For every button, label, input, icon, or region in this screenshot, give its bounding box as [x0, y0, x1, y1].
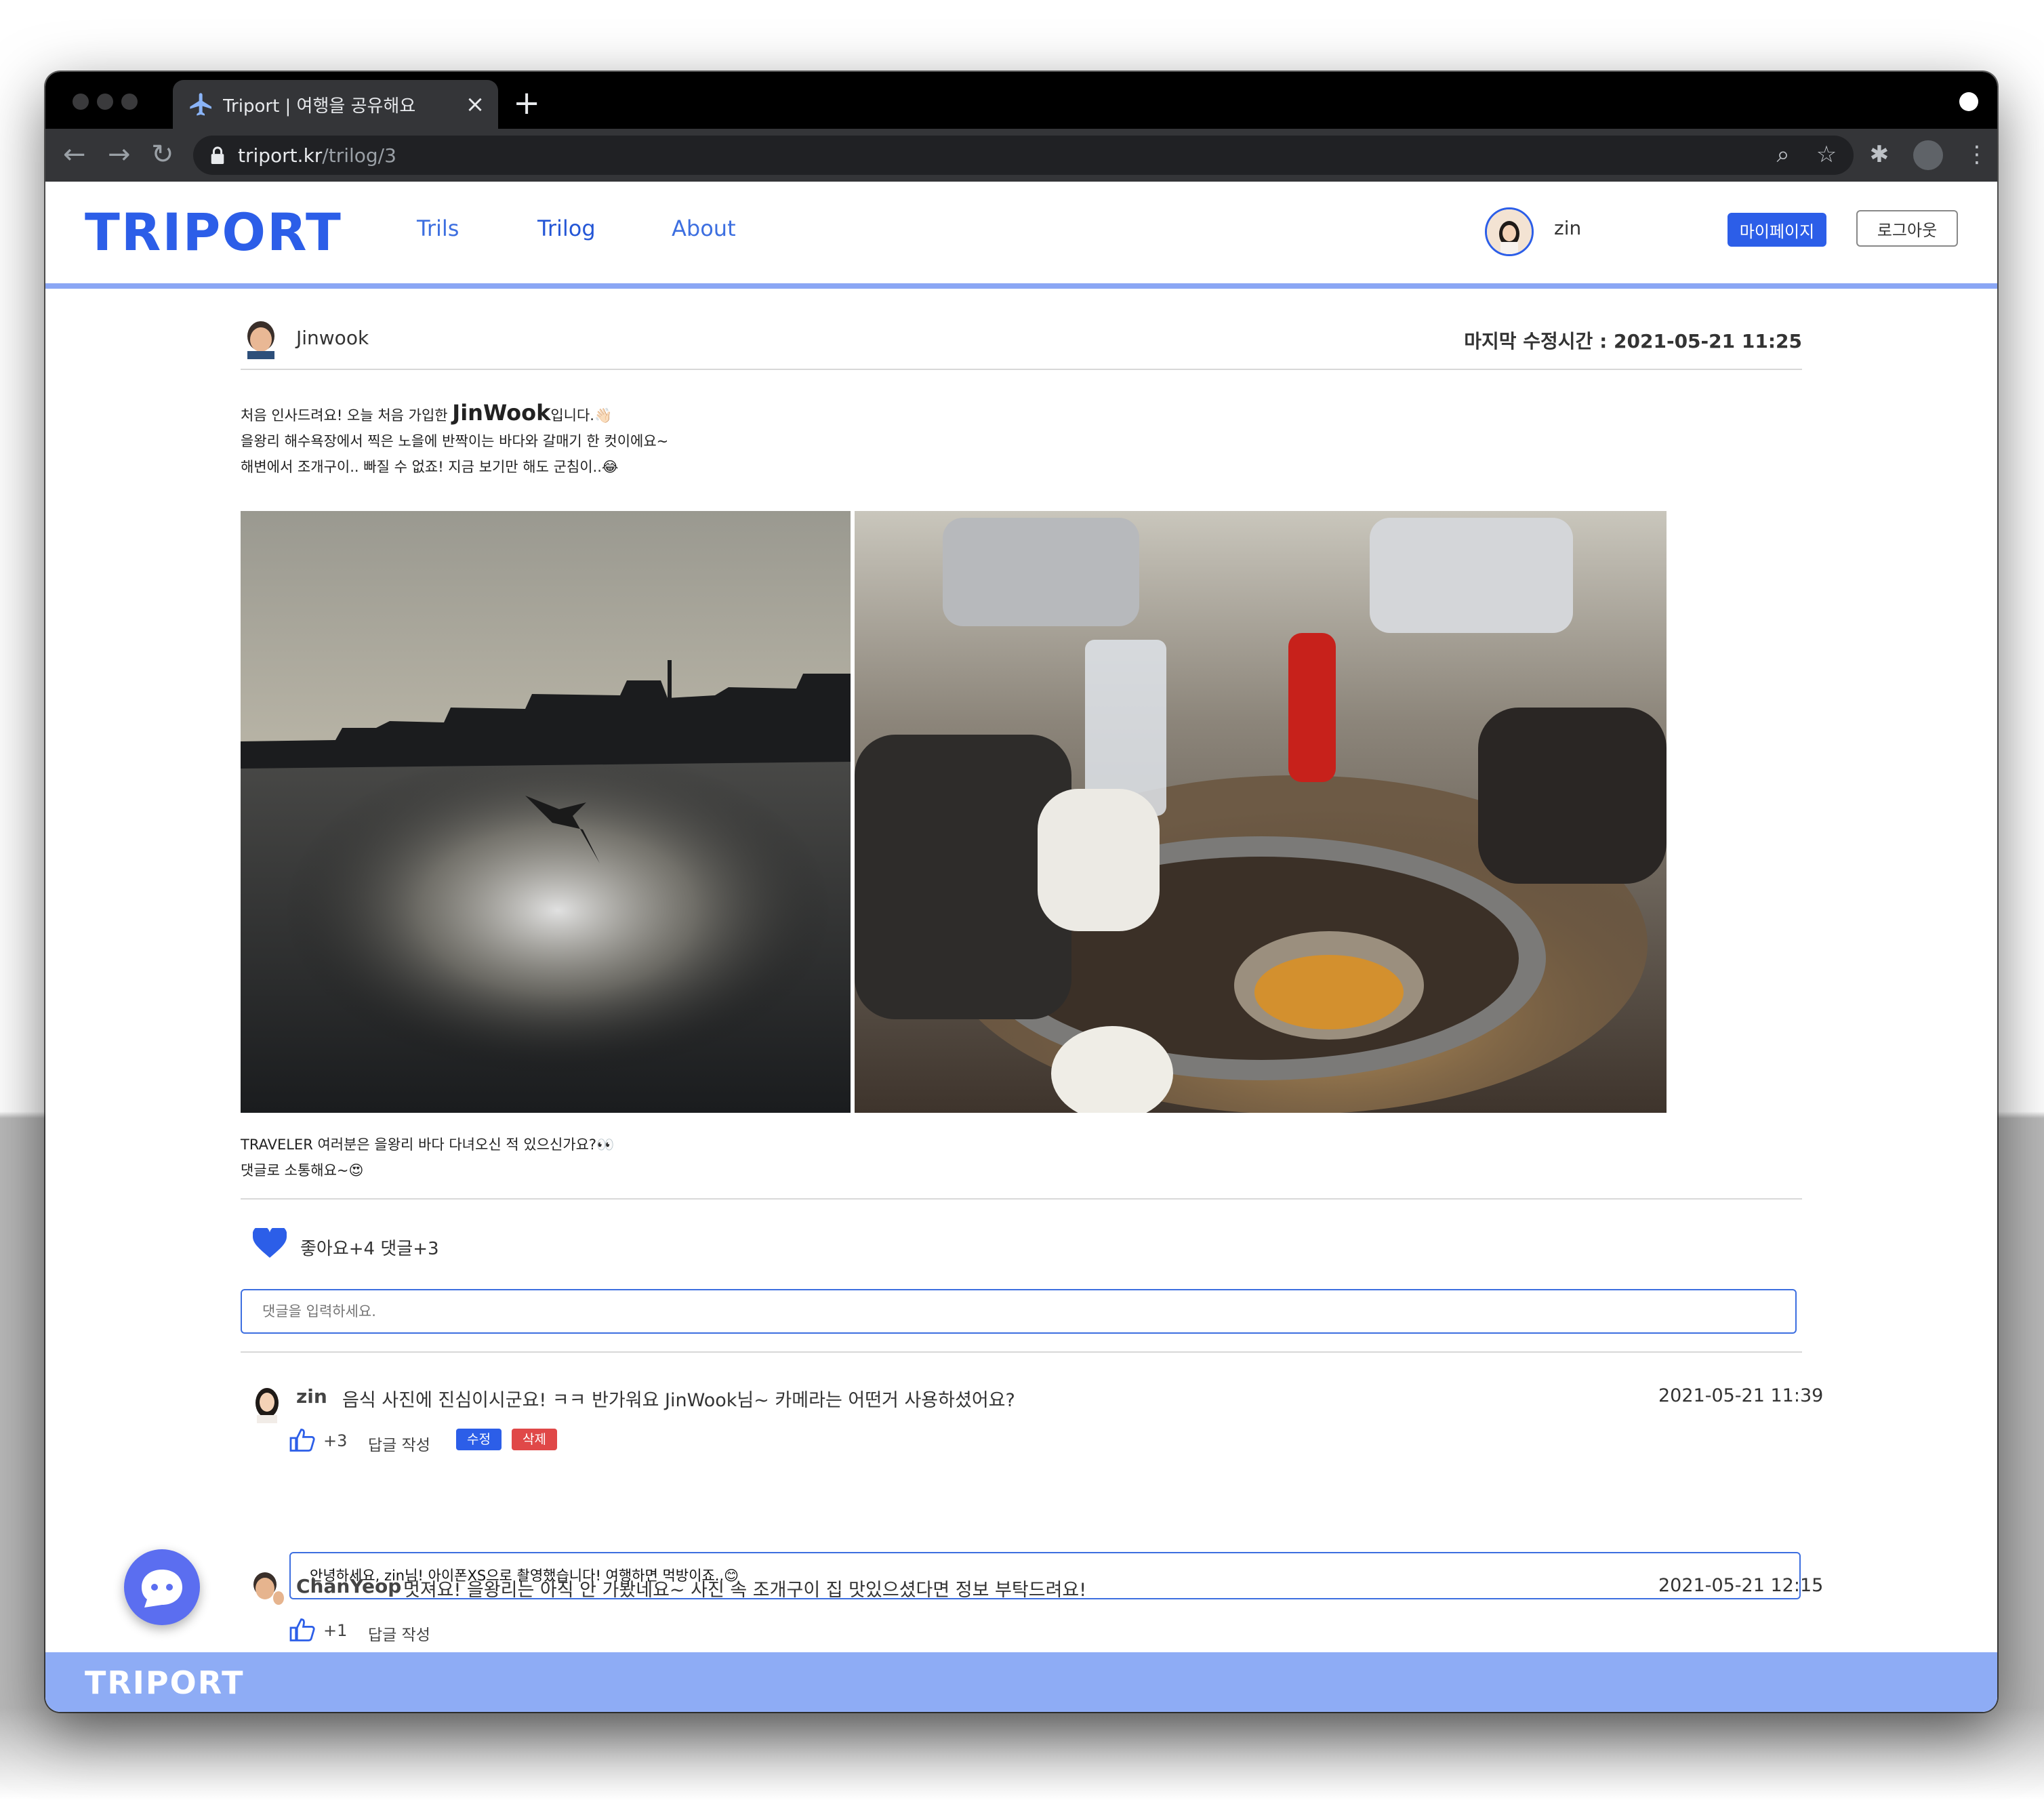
close-tab-icon[interactable]: ×	[462, 91, 489, 118]
close-window-button[interactable]	[73, 94, 89, 110]
like-heart-icon[interactable]	[253, 1228, 287, 1259]
comment-text: 멋져요! 을왕리는 아직 안 가봤네요~ 사진 속 조개구이 집 맛있으셨다면 …	[403, 1580, 1087, 1601]
post-line-5: 댓글로 소통해요~😍	[241, 1162, 364, 1179]
zoom-icon[interactable]: ⌕	[1770, 141, 1797, 168]
bookmark-star-icon[interactable]: ☆	[1813, 141, 1840, 168]
comment-text: 음식 사진에 진심이시군요! ㅋㅋ 반가워요 JinWook님~ 카메라는 어떤…	[342, 1390, 1015, 1411]
post-line-2: 을왕리 해수욕장에서 찍은 노을에 반짝이는 바다와 갈매기 한 컷이에요~	[241, 433, 669, 449]
comment-date: 2021-05-21 11:39	[1658, 1385, 1824, 1406]
tab-search-icon[interactable]	[1959, 92, 1978, 111]
footer-logo: TRIPORT	[85, 1664, 245, 1701]
comment-author[interactable]: ChanYeop	[296, 1575, 401, 1597]
reply-button[interactable]: 답글 작성	[368, 1432, 430, 1455]
profile-avatar[interactable]	[1913, 140, 1943, 170]
comment-date: 2021-05-21 12:15	[1658, 1575, 1824, 1596]
like-comment-count: 좋아요+4 댓글+3	[300, 1239, 439, 1259]
comment-avatar[interactable]	[247, 1567, 287, 1609]
nav-trils[interactable]: Trils	[417, 216, 459, 241]
chat-bubble-icon	[142, 1570, 182, 1608]
tab-title: Triport | 여행을 공유해요	[223, 96, 416, 117]
last-modified-time: 마지막 수정시간 : 2021-05-21 11:25	[1464, 330, 1802, 352]
airplane-icon	[190, 93, 211, 116]
divider	[241, 1351, 1802, 1353]
post-line-3: 해변에서 조개구이.. 빠질 수 없죠! 지금 보기만 해도 군침이..😂	[241, 459, 619, 475]
tab-strip: Triport | 여행을 공유해요 × +	[45, 72, 1997, 129]
edit-comment-button[interactable]: 수정	[456, 1429, 502, 1450]
site-logo[interactable]: TRIPORT	[85, 202, 342, 262]
sunset-sea-photo	[241, 511, 851, 1113]
comment-like-count: +3	[323, 1431, 348, 1450]
more-menu-icon[interactable]: ⋮	[1963, 141, 1990, 168]
post-body-bottom: TRAVELER 여러분은 을왕리 바다 다녀오신 적 있으신가요?👀 댓글로 …	[241, 1132, 1802, 1183]
nav-trilog[interactable]: Trilog	[537, 216, 596, 241]
comment-input[interactable]	[241, 1289, 1797, 1334]
user-avatar[interactable]	[1485, 207, 1534, 256]
new-tab-button[interactable]: +	[513, 84, 540, 122]
author-avatar[interactable]	[241, 317, 281, 359]
lock-icon	[211, 146, 224, 164]
post-line-4: TRAVELER 여러분은 을왕리 바다 다녀오신 적 있으신가요?👀	[241, 1137, 615, 1153]
nav-about[interactable]: About	[672, 216, 736, 241]
extensions-icon[interactable]: ✱	[1866, 141, 1893, 168]
mypage-button[interactable]: 마이페이지	[1728, 213, 1826, 247]
like-thumb-icon[interactable]	[289, 1618, 315, 1641]
maximize-window-button[interactable]	[121, 94, 138, 110]
post-line-1: 처음 인사드려요! 오늘 처음 가입한 JinWook입니다.👋🏻	[241, 400, 613, 426]
comment-like-count: +1	[323, 1621, 348, 1640]
minimize-window-button[interactable]	[97, 94, 113, 110]
url-text: triport.kr/trilog/3	[238, 144, 396, 167]
post-body-top: 처음 인사드려요! 오늘 처음 가입한 JinWook입니다.👋🏻 을왕리 해수…	[241, 400, 1802, 480]
comment-avatar[interactable]	[247, 1381, 287, 1423]
logout-button[interactable]: 로그아웃	[1856, 210, 1958, 247]
post-stats: 좋아요+4 댓글+3	[241, 1225, 1802, 1266]
forward-icon[interactable]: →	[108, 138, 131, 171]
grilled-clams-photo	[855, 511, 1667, 1113]
chat-button[interactable]	[124, 1549, 200, 1625]
post-author-row: Jinwook 마지막 수정시간 : 2021-05-21 11:25	[241, 317, 1802, 370]
browser-tab[interactable]: Triport | 여행을 공유해요 ×	[173, 80, 498, 129]
reload-icon[interactable]: ↻	[151, 138, 174, 171]
browser-toolbar: ← → ↻ triport.kr/trilog/3 ⌕ ☆ ✱ ⋮	[45, 129, 1997, 182]
web-page: TRIPORT Trils Trilog About zin 마이페이지 로그아…	[45, 182, 1997, 1712]
divider	[241, 1198, 1802, 1200]
delete-comment-button[interactable]: 삭제	[512, 1429, 557, 1450]
browser-window: Triport | 여행을 공유해요 × + ← → ↻ triport.kr/…	[45, 72, 1997, 1712]
site-header: TRIPORT Trils Trilog About zin 마이페이지 로그아…	[45, 182, 1997, 289]
header-username: zin	[1554, 217, 1582, 239]
reply-button[interactable]: 답글 작성	[368, 1622, 430, 1645]
site-footer: TRIPORT	[45, 1652, 1997, 1712]
comment-author[interactable]: zin	[296, 1385, 327, 1408]
back-icon[interactable]: ←	[63, 138, 86, 171]
like-thumb-icon[interactable]	[289, 1429, 315, 1452]
author-name[interactable]: Jinwook	[296, 327, 369, 349]
address-bar[interactable]: triport.kr/trilog/3	[193, 136, 1854, 175]
